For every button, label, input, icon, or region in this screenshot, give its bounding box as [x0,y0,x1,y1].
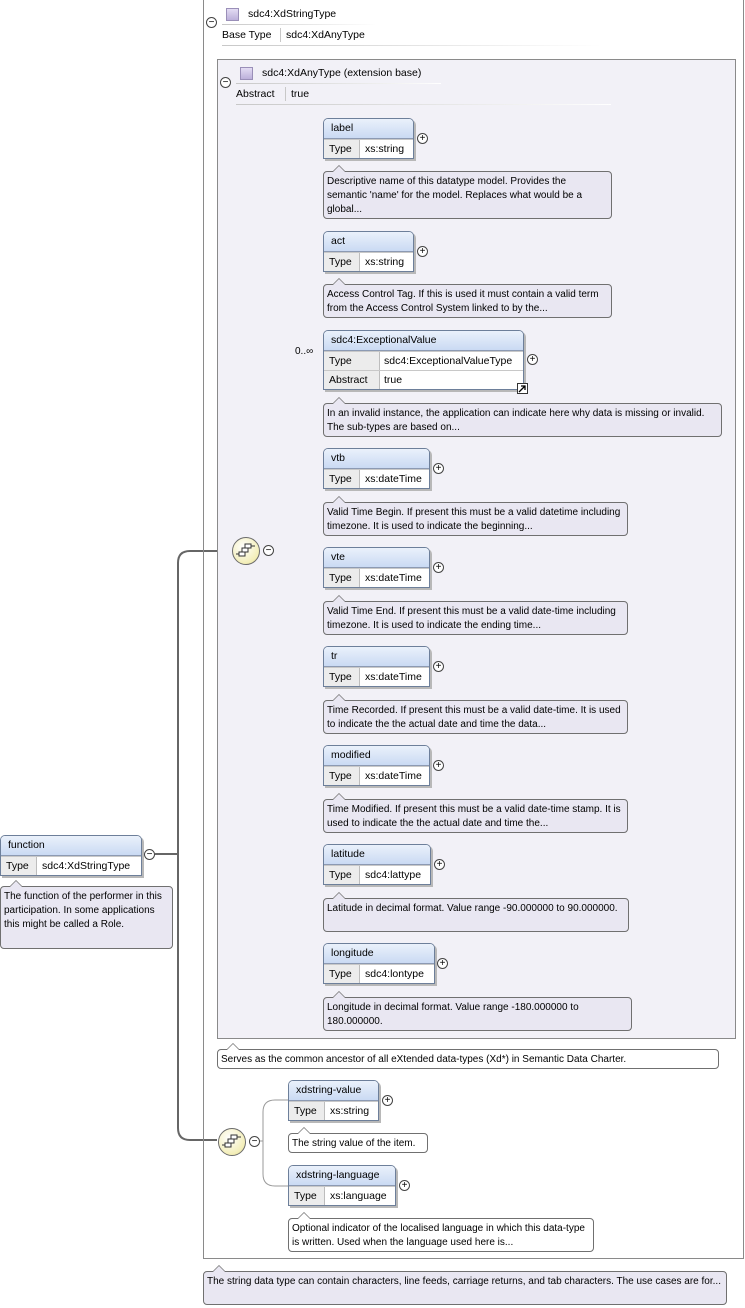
element-note: Descriptive name of this datatype model.… [323,165,612,219]
plus-circle-icon[interactable]: + [433,661,444,672]
type-value: sdc4:lontype [365,968,424,980]
extension-note: Serves as the common ancestor of all eXt… [217,1043,719,1069]
type-label: Type [324,767,360,785]
minus-circle-icon[interactable]: − [144,849,155,860]
type-value: sdc4:lattype [365,869,422,881]
complex-type-square-icon [240,67,253,80]
element-note: Latitude in decimal format. Value range … [323,892,629,932]
minus-circle-icon[interactable]: − [206,17,217,28]
abstract-value: true [291,88,310,100]
type-value: sdc4:XdStringType [42,860,131,872]
element-name: xdstring-value [289,1081,378,1101]
type-label: Type [324,352,380,370]
plus-circle-icon[interactable]: + [382,1095,393,1106]
plus-circle-icon[interactable]: + [417,133,428,144]
type-label: Type [324,569,360,587]
element-name: function [1,836,141,856]
type-label: Type [324,965,360,983]
element-note: Valid Time End. If present this must be … [323,595,628,635]
type-value: xs:language [330,1190,387,1202]
element-name: modified [324,746,429,766]
plus-circle-icon[interactable]: + [399,1180,410,1191]
type-label: Type [289,1187,325,1205]
complex-type-note: The string data type can contain charact… [203,1265,727,1305]
element-name: latitude [324,845,430,865]
element-name: sdc4:ExceptionalValue [324,331,523,351]
type-value: xs:string [365,256,405,268]
element-name: xdstring-language [289,1166,395,1186]
element-note: Access Control Tag. If this is used it m… [323,278,612,318]
plus-circle-icon[interactable]: + [433,463,444,474]
element-xdstring-value[interactable]: xdstring-value Type xs:string [288,1080,379,1121]
plus-circle-icon[interactable]: + [433,562,444,573]
element-latitude[interactable]: latitude Type sdc4:lattype [323,844,431,885]
abstract-value: true [384,374,403,386]
plus-circle-icon[interactable]: + [434,859,445,870]
complex-type-name: sdc4:XdStringType [248,8,337,20]
type-row: Type sdc4:XdStringType [1,856,141,875]
element-xdstring-language[interactable]: xdstring-language Type xs:language [288,1165,396,1206]
element-exceptional-value[interactable]: sdc4:ExceptionalValue Type sdc4:Exception… [323,330,524,390]
base-type-label: Base Type [222,29,272,41]
type-label: Type [324,253,360,271]
element-vtb[interactable]: vtb Type xs:dateTime [323,448,430,489]
extension-name: sdc4:XdAnyType (extension base) [262,67,422,79]
element-note: Time Recorded. If present this must be a… [323,694,628,734]
type-label: Type [324,668,360,686]
root-note: The function of the performer in this pa… [0,880,173,949]
element-vte[interactable]: vte Type xs:dateTime [323,547,430,588]
abstract-label: Abstract [324,371,380,389]
element-label[interactable]: label Type xs:string [323,118,414,159]
type-value: xs:dateTime [365,572,422,584]
minus-circle-icon[interactable]: − [220,77,231,88]
type-value: xs:string [365,143,405,155]
multiplicity-label: 0..∞ [295,346,314,357]
complex-type-square-icon [226,8,239,21]
type-label: Type [1,857,37,875]
sequence-compositor-icon[interactable] [232,537,260,565]
element-longitude[interactable]: longitude Type sdc4:lontype [323,943,435,984]
plus-circle-icon[interactable]: + [437,958,448,969]
element-name: vtb [324,449,429,469]
element-note: Optional indicator of the localised lang… [288,1212,594,1252]
abstract-label: Abstract [236,88,275,100]
plus-circle-icon[interactable]: + [417,246,428,257]
minus-circle-icon[interactable]: − [263,545,274,556]
base-type-value: sdc4:XdAnyType [286,29,365,41]
element-note: Time Modified. If present this must be a… [323,793,628,833]
element-name: tr [324,647,429,667]
element-modified[interactable]: modified Type xs:dateTime [323,745,430,786]
element-name: longitude [324,944,434,964]
element-note: Longitude in decimal format. Value range… [323,991,632,1031]
element-name: label [324,119,413,139]
element-act[interactable]: act Type xs:string [323,231,414,272]
element-name: act [324,232,413,252]
type-label: Type [324,866,360,884]
element-note: In an invalid instance, the application … [323,397,722,437]
root-element-function[interactable]: function Type sdc4:XdStringType [0,835,142,876]
minus-circle-icon[interactable]: − [249,1136,260,1147]
element-note: The string value of the item. [288,1127,428,1153]
element-note: Valid Time Begin. If present this must b… [323,496,628,536]
open-type-arrow-icon[interactable] [517,383,528,394]
plus-circle-icon[interactable]: + [433,760,444,771]
type-label: Type [324,140,360,158]
type-value: xs:dateTime [365,473,422,485]
element-tr[interactable]: tr Type xs:dateTime [323,646,430,687]
type-label: Type [324,470,360,488]
type-value: sdc4:ExceptionalValueType [384,355,513,367]
type-label: Type [289,1102,325,1120]
type-value: xs:dateTime [365,770,422,782]
type-value: xs:string [330,1105,370,1117]
type-value: xs:dateTime [365,671,422,683]
plus-circle-icon[interactable]: + [527,354,538,365]
element-name: vte [324,548,429,568]
sequence-compositor-icon[interactable] [218,1128,246,1156]
